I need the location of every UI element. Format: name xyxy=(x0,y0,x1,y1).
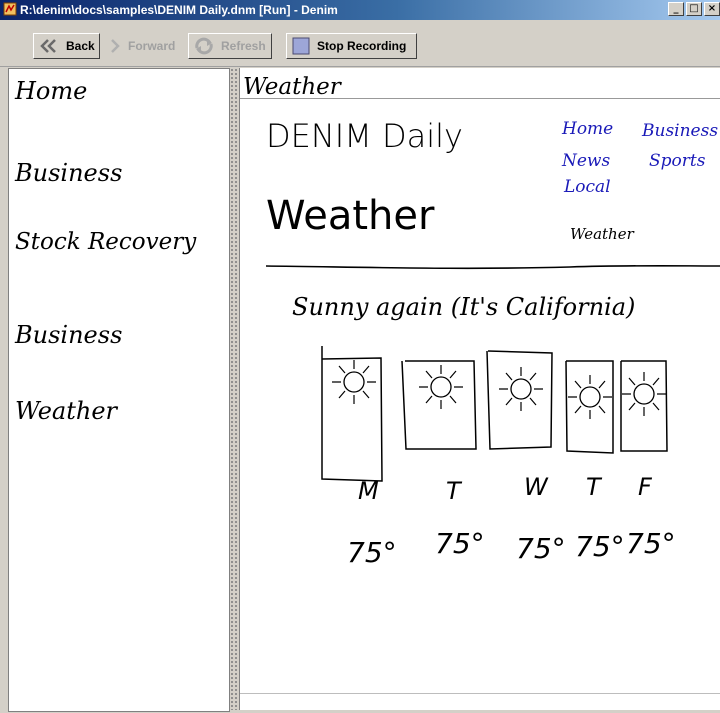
page-canvas: DENIM Daily Weather Home Business News S… xyxy=(240,98,720,689)
maximize-button[interactable]: □ xyxy=(686,2,702,16)
app-icon xyxy=(3,2,17,16)
forward-button[interactable]: Forward xyxy=(104,33,188,59)
forecast-temp-m: 75° xyxy=(347,536,397,569)
page-label: Weather xyxy=(243,74,341,100)
stop-recording-label: Stop Recording xyxy=(317,39,407,53)
page-pane: Weather DENIM Daily Weather Home Busines… xyxy=(239,68,720,710)
forecast-box-f xyxy=(620,360,668,452)
sitemap-pane: Home Business Stock Recovery Business We… xyxy=(8,68,230,712)
forecast-box-w xyxy=(486,350,553,450)
back-label: Back xyxy=(66,39,95,53)
forward-arrow-icon xyxy=(111,39,120,53)
sitemap-item-business-2[interactable]: Business xyxy=(15,321,122,349)
forecast-temp-t2: 75° xyxy=(575,530,625,563)
close-button[interactable]: × xyxy=(704,2,720,16)
forecast-temp-w: 75° xyxy=(516,532,566,565)
window-title: R:\denim\docs\samples\DENIM Daily.dnm [R… xyxy=(20,3,338,17)
back-button[interactable]: Back xyxy=(33,33,100,59)
refresh-icon xyxy=(195,37,213,55)
stop-recording-button[interactable]: Stop Recording xyxy=(286,33,417,59)
sitemap-item-weather[interactable]: Weather xyxy=(15,397,117,425)
refresh-label: Refresh xyxy=(221,39,266,53)
forecast-day-t: T xyxy=(446,477,461,505)
forecast-temp-t: 75° xyxy=(435,527,485,560)
sitemap-item-business[interactable]: Business xyxy=(15,159,122,187)
stop-square-icon xyxy=(292,37,310,55)
forecast-day-t2: T xyxy=(586,473,601,501)
pane-splitter[interactable] xyxy=(230,68,238,710)
forecast-box-t xyxy=(401,360,477,450)
toolbar: Back Forward Refresh Stop Recording xyxy=(0,20,720,67)
sitemap-item-home[interactable]: Home xyxy=(15,77,87,105)
sitemap-item-stock-recovery[interactable]: Stock Recovery xyxy=(15,229,196,255)
forecast-box-t2 xyxy=(565,360,614,454)
title-bar: R:\denim\docs\samples\DENIM Daily.dnm [R… xyxy=(0,0,720,20)
forecast-day-w: W xyxy=(524,473,548,501)
forecast-drawing xyxy=(321,346,668,482)
back-arrow-icon xyxy=(40,39,56,53)
forward-label: Forward xyxy=(128,39,176,53)
forecast-day-m: M xyxy=(358,477,379,505)
refresh-button[interactable]: Refresh xyxy=(188,33,272,59)
minimize-button[interactable]: _ xyxy=(668,2,684,16)
forecast-box-m xyxy=(321,346,383,482)
bottom-strip xyxy=(240,693,720,710)
forecast-day-f: F xyxy=(638,473,652,501)
forecast-temp-f: 75° xyxy=(626,527,676,560)
